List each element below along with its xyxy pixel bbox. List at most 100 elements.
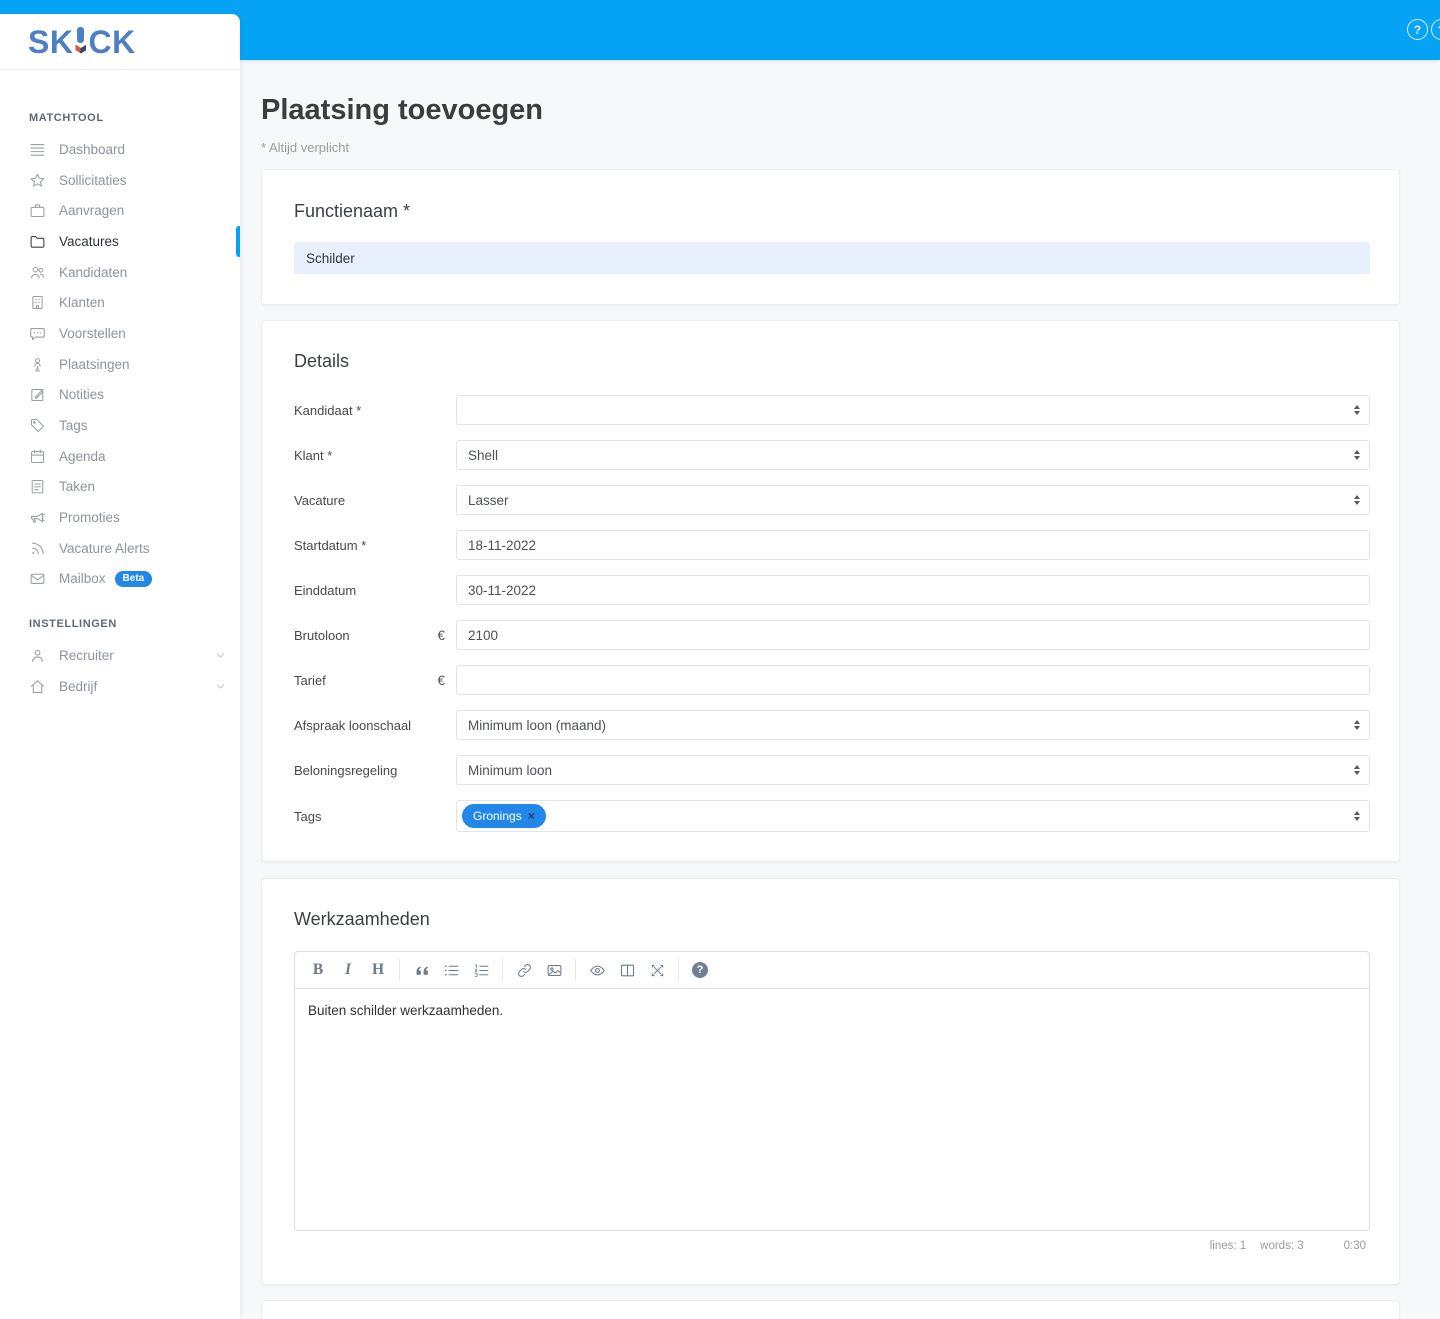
active-indicator	[236, 226, 240, 258]
select-value: Shell	[468, 447, 499, 463]
form-row-klant: Klant * Shell	[294, 440, 1370, 470]
time-counter: 0:30	[1343, 1240, 1366, 1252]
link-button[interactable]	[509, 955, 539, 985]
werkzaamheden-card: Werkzaamheden B I H ? Buiten schilder we…	[261, 878, 1400, 1285]
sidebar-item-tags[interactable]: Tags	[0, 410, 240, 441]
rss-icon	[29, 540, 46, 557]
help-icon[interactable]: ?	[1407, 19, 1428, 40]
werkzaamheden-heading: Werkzaamheden	[294, 909, 430, 929]
sidebar-item-kandidaten[interactable]: Kandidaten	[0, 257, 240, 288]
euro-prefix: €	[437, 627, 445, 643]
sidebar-item-label: Vacatures	[59, 233, 119, 249]
toolbar-divider	[678, 959, 679, 981]
sidebar-item-dashboard[interactable]: Dashboard	[0, 134, 240, 165]
editor-textarea[interactable]: Buiten schilder werkzaamheden.	[294, 989, 1370, 1231]
briefcase-icon	[29, 202, 46, 219]
startdatum-field	[456, 530, 1370, 560]
sidebar-item-label: Aanvragen	[59, 203, 125, 219]
functienaam-input[interactable]	[294, 242, 1370, 274]
sidebar-item-vacatures[interactable]: Vacatures	[0, 226, 240, 258]
bold-button[interactable]: B	[303, 955, 333, 985]
preview-button[interactable]	[582, 955, 612, 985]
sidebar-section-instellingen: INSTELLINGEN	[29, 618, 117, 631]
side-by-side-button[interactable]	[612, 955, 642, 985]
afspraak-loonschaal-select[interactable]: Minimum loon (maand)	[456, 710, 1370, 740]
required-note: * Altijd verplicht	[261, 140, 350, 155]
field-label: Beloningsregeling	[294, 762, 398, 778]
sidebar-item-taken[interactable]: Taken	[0, 472, 240, 503]
logo-exclamation-icon	[74, 26, 87, 56]
sidebar-item-label: Plaatsingen	[59, 356, 130, 372]
user-icon	[29, 647, 46, 664]
logo-row: SK CK	[0, 14, 240, 70]
sidebar-item-aanvragen[interactable]: Aanvragen	[0, 195, 240, 226]
sidebar-item-voorstellen[interactable]: Voorstellen	[0, 318, 240, 349]
megaphone-icon	[29, 509, 46, 526]
sidebar: SK CK MATCHTOOL Dashboard Sollicitaties …	[0, 14, 240, 1319]
tag-remove-icon[interactable]: ×	[528, 810, 535, 822]
brutoloon-field	[456, 620, 1370, 650]
sidebar-item-plaatsingen[interactable]: Plaatsingen	[0, 349, 240, 380]
klant-select[interactable]: Shell	[456, 440, 1370, 470]
form-row-startdatum: Startdatum *	[294, 530, 1370, 560]
beloningsregeling-select[interactable]: Minimum loon	[456, 755, 1370, 785]
image-button[interactable]	[539, 955, 569, 985]
form-row-beloningsregeling: Beloningsregeling Minimum loon	[294, 755, 1370, 785]
select-stepper-icon	[1354, 720, 1360, 730]
euro-prefix: €	[437, 672, 445, 688]
sidebar-item-klanten[interactable]: Klanten	[0, 287, 240, 318]
select-value: Lasser	[468, 492, 509, 508]
toolbar-divider	[399, 959, 400, 981]
form-row-vacature: Vacature Lasser	[294, 485, 1370, 515]
field-label: Kandidaat *	[294, 402, 362, 418]
sidebar-item-recruiter[interactable]: Recruiter	[0, 640, 240, 671]
logo-text: CK	[88, 23, 136, 60]
quote-button[interactable]	[406, 955, 436, 985]
field-label: Vacature	[294, 492, 346, 508]
beta-badge: Beta	[114, 570, 153, 587]
sidebar-item-agenda[interactable]: Agenda	[0, 441, 240, 472]
tag-label: Gronings	[473, 809, 522, 823]
sidebar-item-promoties[interactable]: Promoties	[0, 502, 240, 533]
kandidaat-select[interactable]	[456, 395, 1370, 425]
startdatum-input[interactable]	[468, 531, 1358, 559]
heading-button[interactable]: H	[363, 955, 393, 985]
sidebar-item-label: Promoties	[59, 510, 120, 526]
sidebar-item-label: Notities	[59, 387, 105, 403]
brutoloon-input[interactable]	[468, 621, 1358, 649]
field-label: Tags	[294, 808, 322, 824]
select-stepper-icon	[1354, 405, 1360, 415]
skick-logo[interactable]: SK CK	[28, 26, 136, 58]
sidebar-item-mailbox[interactable]: Mailbox Beta	[0, 564, 240, 595]
vacature-select[interactable]: Lasser	[456, 485, 1370, 515]
help-icon[interactable]: ?	[1431, 19, 1440, 40]
lines-count: lines: 1	[1209, 1240, 1247, 1252]
chevron-down-icon	[214, 649, 227, 662]
folder-icon	[29, 233, 46, 250]
toolbar-divider	[575, 959, 576, 981]
editor-help-button[interactable]: ?	[685, 955, 715, 985]
italic-button[interactable]: I	[333, 955, 363, 985]
sidebar-item-notities[interactable]: Notities	[0, 380, 240, 411]
select-stepper-icon	[1354, 811, 1360, 821]
field-label: Klant *	[294, 447, 333, 463]
einddatum-input[interactable]	[468, 576, 1358, 604]
tags-select[interactable]: Gronings ×	[456, 800, 1370, 832]
editor-toolbar: B I H ?	[294, 951, 1370, 989]
envelope-icon	[29, 570, 46, 587]
fullscreen-button[interactable]	[642, 955, 672, 985]
select-stepper-icon	[1354, 765, 1360, 775]
sidebar-item-sollicitaties[interactable]: Sollicitaties	[0, 165, 240, 196]
sidebar-item-label: Recruiter	[59, 648, 114, 664]
tasks-icon	[29, 478, 46, 495]
toolbar-divider	[502, 959, 503, 981]
sidebar-item-vacature-alerts[interactable]: Vacature Alerts	[0, 533, 240, 564]
ordered-list-button[interactable]	[466, 955, 496, 985]
page-title: Plaatsing toevoegen	[261, 94, 544, 126]
tarief-input[interactable]	[468, 666, 1358, 694]
sidebar-section-matchtool: MATCHTOOL	[29, 112, 104, 124]
sidebar-item-bedrijf[interactable]: Bedrijf	[0, 671, 240, 702]
chat-bubble-icon	[29, 325, 46, 342]
people-icon	[29, 264, 46, 281]
unordered-list-button[interactable]	[436, 955, 466, 985]
